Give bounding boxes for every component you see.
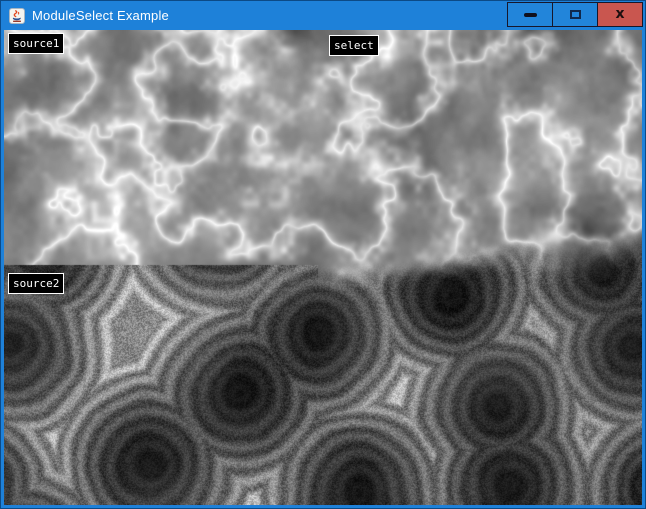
java-coffee-cup-icon — [9, 8, 25, 24]
label-source2: source2 — [8, 273, 64, 294]
label-select: select — [329, 35, 379, 56]
close-button[interactable]: x — [597, 2, 643, 27]
minimize-icon — [524, 13, 537, 17]
titlebar[interactable]: ModuleSelect Example x — [0, 0, 646, 30]
noise-viewport: source1 select source2 — [4, 30, 642, 505]
java-app-icon[interactable] — [9, 8, 25, 24]
maximize-button[interactable] — [552, 2, 598, 27]
close-icon: x — [615, 7, 624, 21]
label-source1: source1 — [8, 33, 64, 54]
maximize-icon — [570, 10, 581, 19]
app-window: ModuleSelect Example x source1 select so… — [0, 0, 646, 509]
window-controls: x — [508, 2, 643, 27]
window-title: ModuleSelect Example — [32, 8, 169, 23]
minimize-button[interactable] — [507, 2, 553, 27]
noise-render-canvas — [4, 30, 642, 505]
